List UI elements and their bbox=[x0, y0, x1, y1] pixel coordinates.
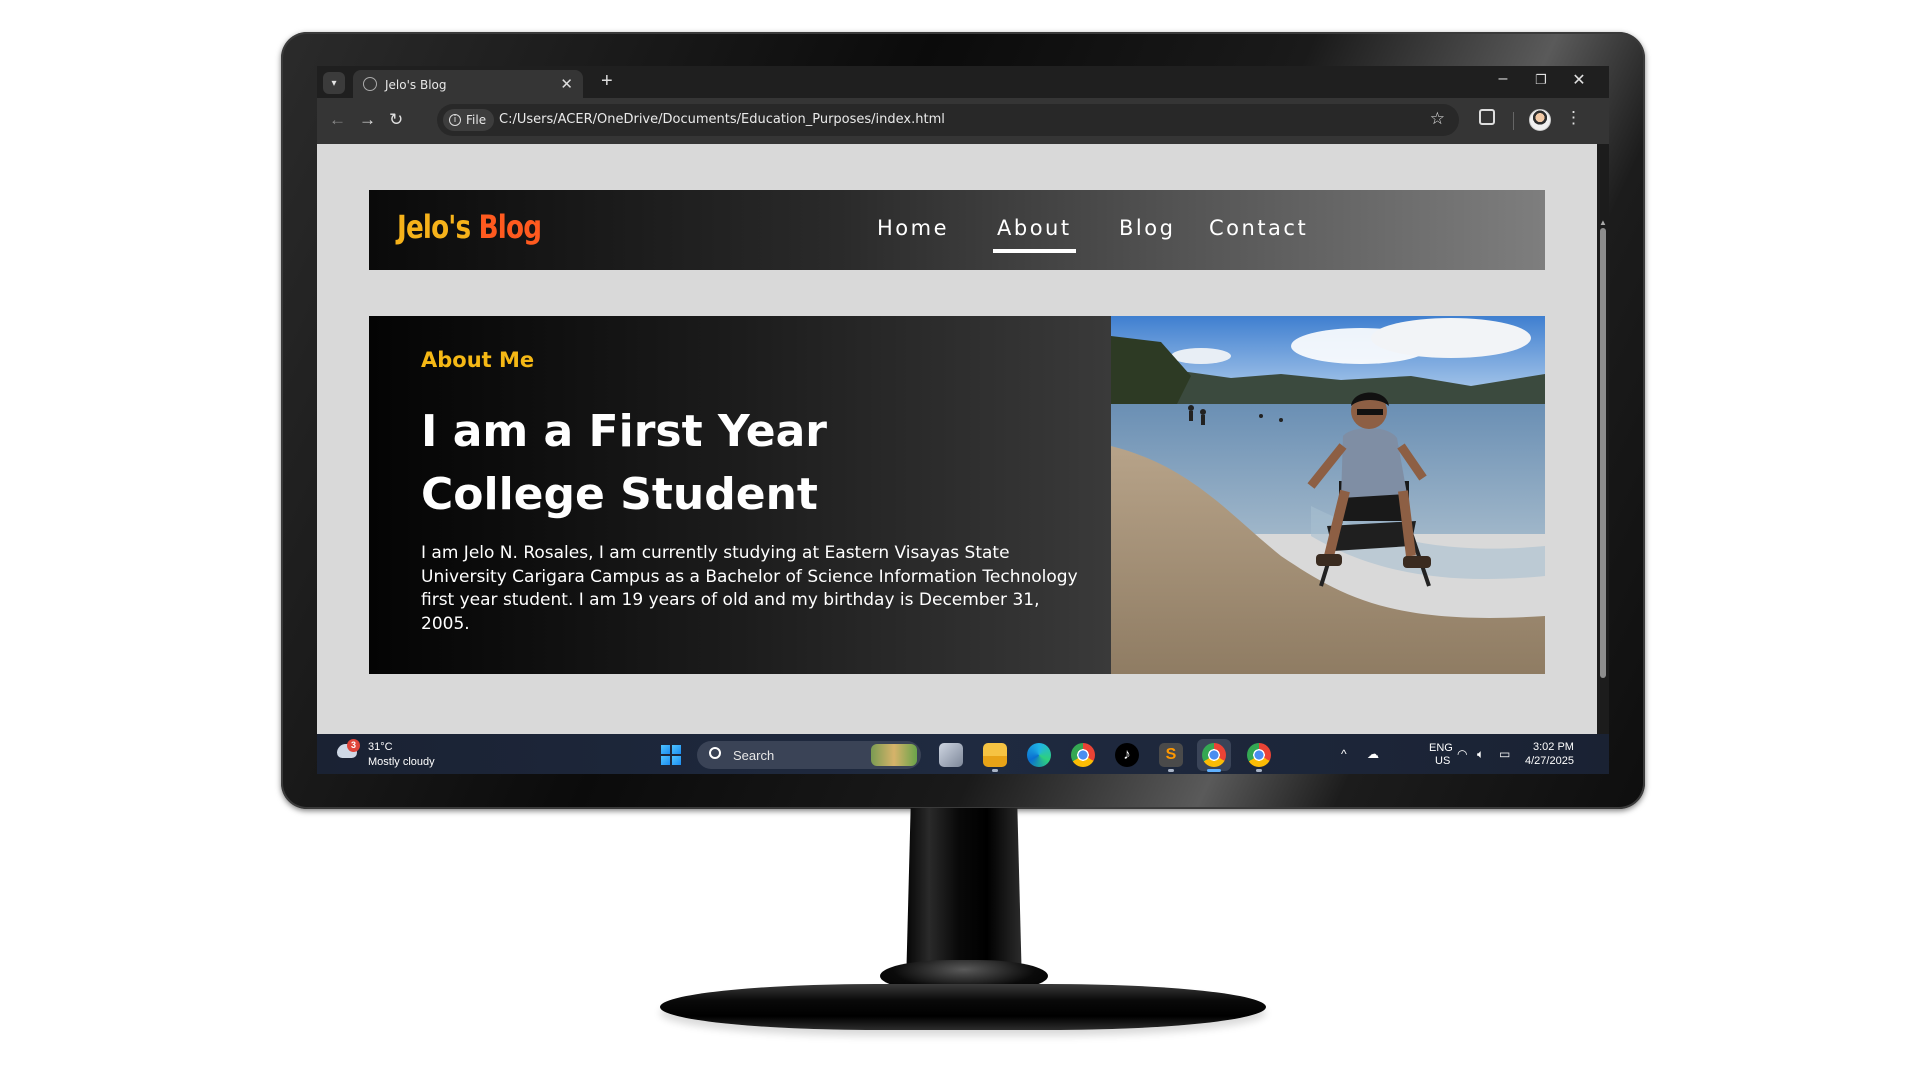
browser-tab[interactable]: Jelo's Blog ✕ bbox=[353, 70, 583, 98]
sublime-text-icon[interactable]: S bbox=[1159, 743, 1183, 767]
page-scrollbar[interactable]: ▲ bbox=[1597, 144, 1609, 734]
scroll-up-icon[interactable]: ▲ bbox=[1599, 218, 1607, 227]
site-info-chip[interactable]: i File bbox=[443, 109, 495, 131]
clock-date[interactable]: 4/27/2025 bbox=[1525, 755, 1574, 767]
site-logo[interactable]: Jelo's Blog bbox=[397, 208, 542, 246]
restore-button[interactable]: ❐ bbox=[1531, 72, 1551, 88]
section-eyebrow: About Me bbox=[421, 348, 535, 372]
about-headline: I am a First Year College Student bbox=[421, 406, 827, 520]
task-view-icon[interactable] bbox=[939, 743, 963, 767]
bookmark-star-icon[interactable]: ☆ bbox=[1430, 109, 1445, 129]
logo-word-1: Jelo's bbox=[397, 208, 471, 246]
taskbar-search[interactable]: Search bbox=[697, 741, 921, 769]
clock-time[interactable]: 3:02 PM bbox=[1533, 741, 1574, 753]
url-text[interactable]: C:/Users/ACER/OneDrive/Documents/Educati… bbox=[499, 112, 945, 127]
chrome-icon[interactable] bbox=[1071, 743, 1095, 767]
close-window-button[interactable]: ✕ bbox=[1569, 70, 1589, 90]
nav-home[interactable]: Home bbox=[877, 216, 949, 240]
tiktok-icon[interactable]: ♪ bbox=[1115, 743, 1139, 767]
site-header: Jelo's Blog Home About Blog Contact bbox=[369, 190, 1545, 270]
screen: ▾ Jelo's Blog ✕ + – ❐ ✕ ← → ↻ i File C:/… bbox=[317, 66, 1609, 774]
menu-kebab-icon[interactable]: ⋮ bbox=[1565, 108, 1582, 128]
input-language[interactable]: ENG bbox=[1429, 742, 1453, 754]
tab-strip: ▾ Jelo's Blog ✕ + – ❐ ✕ bbox=[317, 66, 1609, 98]
active-indicator bbox=[1207, 769, 1221, 772]
scrollbar-thumb[interactable] bbox=[1600, 228, 1606, 678]
close-tab-icon[interactable]: ✕ bbox=[560, 75, 573, 93]
toolbar-divider bbox=[1513, 112, 1514, 130]
battery-icon[interactable]: ▭ bbox=[1499, 747, 1510, 761]
minimize-button[interactable]: – bbox=[1493, 70, 1513, 88]
about-section: About Me I am a First Year College Stude… bbox=[369, 316, 1111, 674]
tab-search-button[interactable]: ▾ bbox=[323, 72, 345, 94]
chrome-icon-2[interactable] bbox=[1247, 743, 1271, 767]
nav-about[interactable]: About bbox=[993, 216, 1076, 253]
info-icon: i bbox=[449, 114, 461, 126]
running-indicator bbox=[1256, 769, 1262, 772]
chrome-profile-icon[interactable] bbox=[1202, 743, 1226, 767]
file-explorer-icon[interactable] bbox=[983, 743, 1007, 767]
input-region[interactable]: US bbox=[1435, 755, 1450, 767]
globe-icon bbox=[363, 77, 377, 91]
running-indicator bbox=[992, 769, 998, 772]
running-indicator bbox=[1168, 769, 1174, 772]
wifi-icon[interactable]: ◠ bbox=[1457, 747, 1467, 761]
site-info-label: File bbox=[466, 113, 487, 127]
start-windows-icon[interactable] bbox=[661, 745, 681, 765]
address-bar[interactable]: i File C:/Users/ACER/OneDrive/Documents/… bbox=[437, 104, 1459, 136]
nav-blog[interactable]: Blog bbox=[1119, 216, 1175, 240]
toolbar: ← → ↻ i File C:/Users/ACER/OneDrive/Docu… bbox=[317, 98, 1609, 144]
edge-icon[interactable] bbox=[1027, 743, 1051, 767]
weather-badge: 3 bbox=[347, 739, 360, 752]
volume-icon[interactable]: 🔈︎ bbox=[1477, 747, 1484, 762]
onedrive-cloud-icon[interactable]: ☁ bbox=[1367, 747, 1379, 761]
extensions-icon[interactable] bbox=[1479, 109, 1495, 125]
weather-temperature[interactable]: 31°C bbox=[368, 741, 393, 753]
show-hidden-icons-chevron-icon[interactable]: ^ bbox=[1341, 747, 1347, 761]
search-highlight-image bbox=[871, 744, 917, 766]
profile-photo bbox=[1111, 316, 1545, 674]
weather-condition[interactable]: Mostly cloudy bbox=[368, 756, 435, 768]
forward-button[interactable]: → bbox=[359, 110, 376, 130]
search-label: Search bbox=[733, 748, 775, 763]
new-tab-button[interactable]: + bbox=[601, 70, 613, 93]
about-bio: I am Jelo N. Rosales, I am currently stu… bbox=[421, 543, 1078, 634]
back-button[interactable]: ← bbox=[329, 110, 346, 130]
logo-word-2: Blog bbox=[478, 208, 542, 246]
monitor: ▾ Jelo's Blog ✕ + – ❐ ✕ ← → ↻ i File C:/… bbox=[281, 32, 1645, 809]
reload-button[interactable]: ↻ bbox=[389, 110, 403, 130]
tab-title: Jelo's Blog bbox=[385, 78, 447, 92]
search-icon bbox=[709, 747, 721, 759]
profile-avatar[interactable] bbox=[1529, 109, 1551, 131]
taskbar: 3 31°C Mostly cloudy Search ♪ S ^ ☁ ENG … bbox=[317, 734, 1609, 774]
page-viewport: Jelo's Blog Home About Blog Contact Abou… bbox=[317, 144, 1609, 734]
beach-photo-illustration bbox=[1111, 316, 1545, 674]
nav-contact[interactable]: Contact bbox=[1209, 216, 1308, 240]
monitor-stand-base bbox=[660, 984, 1266, 1030]
